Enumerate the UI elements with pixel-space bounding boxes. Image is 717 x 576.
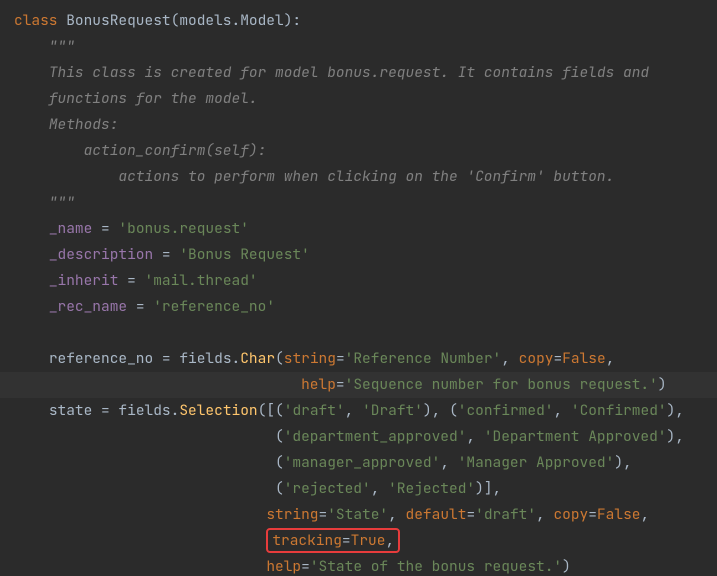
kwarg-tracking: tracking — [272, 531, 342, 550]
docstring-line: actions to perform when clicking on the … — [118, 167, 614, 186]
kwarg-string: string — [266, 505, 318, 524]
fields-module: fields — [118, 401, 170, 420]
string-literal: 'mail.thread' — [145, 271, 258, 290]
kwarg-help: help — [301, 375, 336, 394]
string-literal: 'Sequence number for bonus request.' — [345, 375, 658, 394]
selection-value: 'Confirmed' — [571, 401, 667, 420]
selection-fn: Selection — [179, 401, 257, 420]
docstring-line: Methods: — [49, 115, 119, 134]
string-literal: 'Reference Number' — [345, 349, 502, 368]
base-class: models.Model — [179, 11, 283, 30]
bool-false: False — [597, 505, 641, 524]
selection-key: 'draft' — [284, 401, 345, 420]
string-literal: 'Bonus Request' — [179, 245, 310, 264]
keyword-class: class — [14, 11, 58, 30]
class-name: BonusRequest — [66, 11, 170, 30]
string-literal: 'bonus.request' — [118, 219, 249, 238]
highlighted-tracking-arg: tracking=True, — [266, 528, 400, 553]
selection-key: 'rejected' — [284, 479, 371, 498]
selection-key: 'manager_approved' — [284, 453, 441, 472]
selection-key: 'confirmed' — [458, 401, 554, 420]
kwarg-string: string — [284, 349, 336, 368]
selection-value: 'Department Approved' — [484, 427, 667, 446]
kwarg-copy: copy — [553, 505, 588, 524]
kwarg-copy: copy — [519, 349, 554, 368]
attr-name: _name — [49, 219, 93, 238]
selection-value: 'Manager Approved' — [458, 453, 615, 472]
string-literal: 'State of the bonus request.' — [310, 557, 562, 576]
selection-key: 'department_approved' — [284, 427, 467, 446]
docstring-line: This class is created for model bonus.re… — [49, 63, 649, 82]
kwarg-default: default — [406, 505, 467, 524]
string-literal: 'reference_no' — [153, 297, 275, 316]
field-reference-no: reference_no — [49, 349, 153, 368]
field-state: state — [49, 401, 93, 420]
selection-value: 'Rejected' — [388, 479, 475, 498]
attr-inherit: _inherit — [49, 271, 119, 290]
kwarg-help: help — [266, 557, 301, 576]
fields-module: fields — [179, 349, 231, 368]
docstring-line: action_confirm(self): — [84, 141, 267, 160]
bool-false: False — [562, 349, 606, 368]
string-literal: 'draft' — [475, 505, 536, 524]
attr-rec-name: _rec_name — [49, 297, 127, 316]
bool-true: True — [351, 531, 386, 550]
string-literal: 'State' — [327, 505, 388, 524]
docstring-open: """ — [49, 37, 75, 56]
code-editor[interactable]: class BonusRequest(models.Model): """ Th… — [0, 0, 717, 576]
docstring-line: functions for the model. — [49, 89, 258, 108]
attr-description: _description — [49, 245, 153, 264]
docstring-close: """ — [49, 193, 75, 212]
char-fn: Char — [240, 349, 275, 368]
selection-value: 'Draft' — [362, 401, 423, 420]
